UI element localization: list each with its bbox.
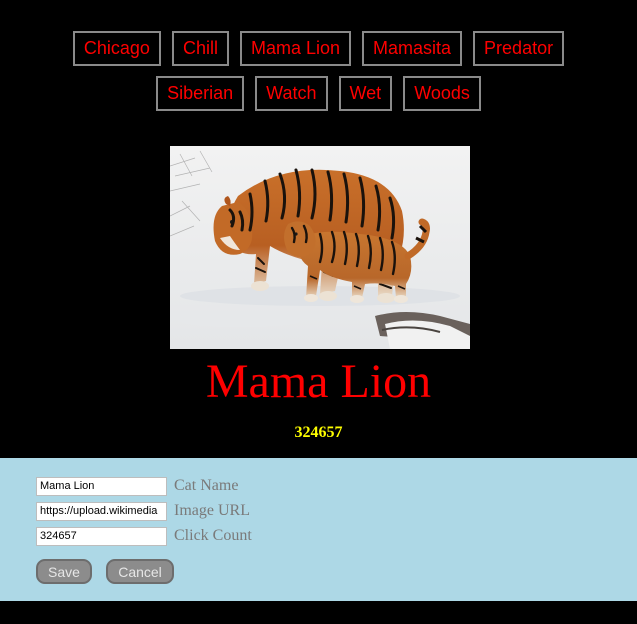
cat-name-input[interactable] [36, 476, 167, 496]
cat-button-chicago[interactable]: Chicago [72, 31, 161, 66]
cat-button-mamasita[interactable]: Mamasita [362, 31, 463, 66]
cat-button-mama-lion[interactable]: Mama Lion [239, 31, 352, 66]
image-url-input[interactable] [36, 501, 167, 521]
cat-button-wet[interactable]: Wet [338, 76, 393, 111]
click-count-label: Click Count [174, 527, 252, 544]
cat-button-predator[interactable]: Predator [473, 31, 565, 66]
image-url-field-row: Image URL [36, 501, 250, 521]
click-count-field-row: Click Count [36, 526, 252, 546]
cat-name-field-row: Cat Name [36, 476, 238, 496]
cat-button-woods[interactable]: Woods [403, 76, 481, 111]
save-button[interactable]: Save [36, 559, 92, 584]
cat-button-chill[interactable]: Chill [171, 31, 229, 66]
cat-name-heading: Mama Lion [205, 355, 432, 408]
image-url-label: Image URL [174, 502, 250, 519]
cat-button-watch[interactable]: Watch [255, 76, 328, 111]
click-count: 324657 [294, 424, 343, 441]
admin-panel: Cat Name Image URL Click Count Save Canc… [0, 458, 637, 601]
cancel-button[interactable]: Cancel [106, 559, 174, 584]
cat-button-siberian[interactable]: Siberian [156, 76, 245, 111]
cat-name-label: Cat Name [174, 477, 239, 494]
cat-button-row-1: Chicago Chill Mama Lion Mamasita Predato… [0, 31, 637, 66]
cat-image[interactable] [170, 146, 470, 349]
cat-button-row-2: Siberian Watch Wet Woods [0, 76, 637, 111]
click-count-input[interactable] [36, 526, 167, 546]
